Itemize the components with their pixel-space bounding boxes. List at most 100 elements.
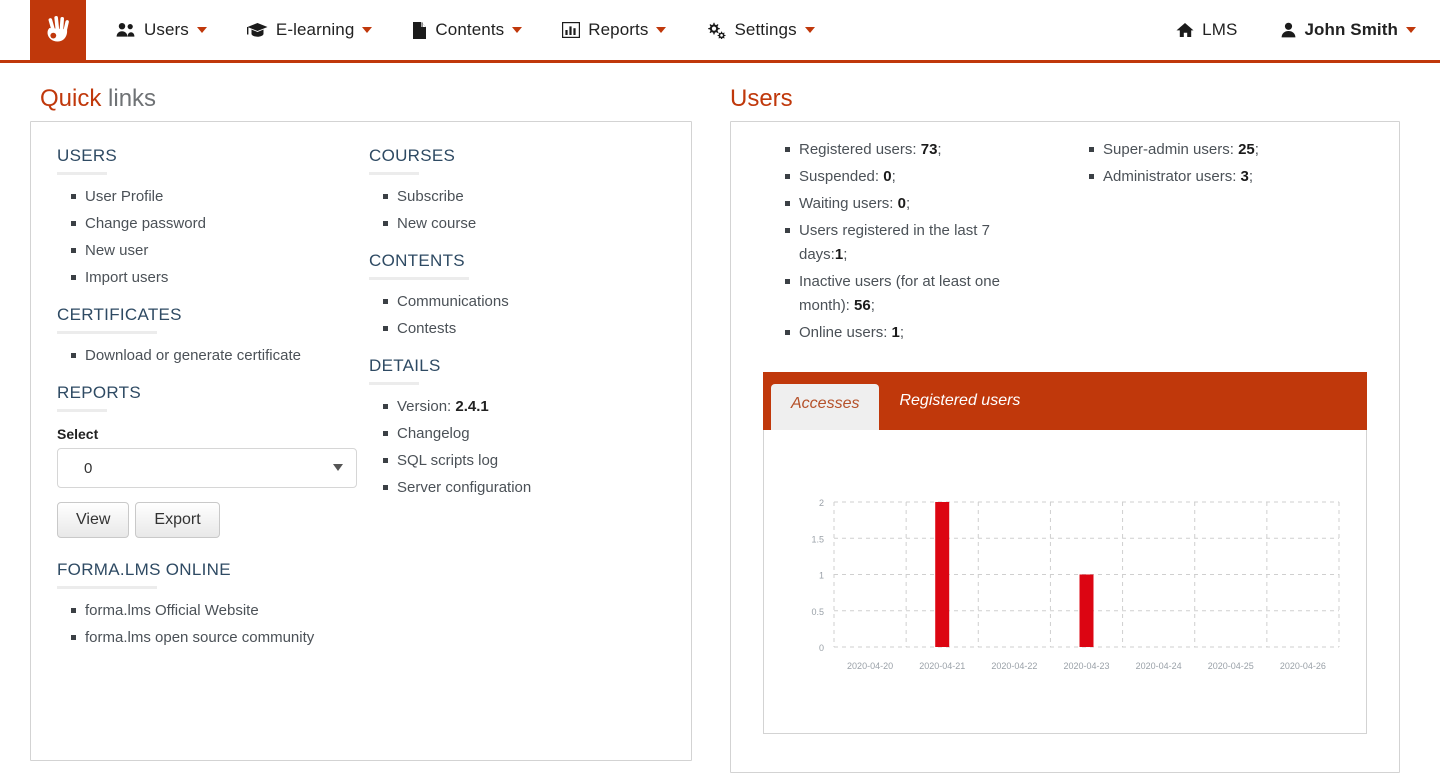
quick-links-title-muted: links <box>101 85 156 112</box>
stat-label: Waiting users: <box>799 195 898 212</box>
chevron-down-icon <box>512 27 522 33</box>
link-new-user[interactable]: New user <box>85 237 361 264</box>
chevron-down-icon <box>1406 27 1416 33</box>
stat-label: Super-admin users: <box>1103 141 1238 158</box>
link-changelog[interactable]: Changelog <box>397 420 691 447</box>
nav-label-users: Users <box>144 20 189 40</box>
link-server-configuration[interactable]: Server configuration <box>397 474 691 501</box>
stat-suffix: ; <box>1255 141 1259 158</box>
stat-online-users: Online users: 1; <box>799 321 1039 345</box>
quick-links-column: Quick links USERS User Profile Change pa… <box>0 63 720 773</box>
link-download-generate-certificate[interactable]: Download or generate certificate <box>85 342 361 369</box>
version-label: Version: <box>397 398 455 415</box>
stat-suffix: ; <box>906 195 910 212</box>
heading-underline <box>57 172 107 175</box>
link-subscribe[interactable]: Subscribe <box>397 183 691 210</box>
tab-registered-users[interactable]: Registered users <box>879 381 1040 421</box>
graduation-cap-icon <box>247 22 268 38</box>
user-stats-list-left: Registered users: 73; Suspended: 0; Wait… <box>771 138 1065 345</box>
users-panel: Registered users: 73; Suspended: 0; Wait… <box>730 121 1400 773</box>
group-heading-users: USERS <box>57 146 361 166</box>
nav-label-user: John Smith <box>1304 20 1398 40</box>
stat-label: Registered users: <box>799 141 921 158</box>
chevron-down-icon <box>805 27 815 33</box>
report-select[interactable]: 0 <box>57 448 357 488</box>
stat-label: Users registered in the last 7 days: <box>799 222 990 263</box>
stat-suffix: ; <box>1249 168 1253 185</box>
user-stats-col-right: Super-admin users: 25; Administrator use… <box>1065 138 1399 348</box>
chart-area: 00.511.522020-04-202020-04-212020-04-222… <box>764 430 1366 733</box>
chevron-down-icon <box>197 27 207 33</box>
link-user-profile[interactable]: User Profile <box>85 183 361 210</box>
users-icon <box>116 22 136 38</box>
gears-icon <box>706 22 726 39</box>
svg-text:2020-04-26: 2020-04-26 <box>1280 661 1326 671</box>
svg-text:0.5: 0.5 <box>811 607 824 617</box>
stat-administrator-users: Administrator users: 3; <box>1103 165 1343 189</box>
link-official-website[interactable]: forma.lms Official Website <box>85 597 361 624</box>
link-open-source-community[interactable]: forma.lms open source community <box>85 624 361 651</box>
link-list-certificates: Download or generate certificate <box>57 342 361 369</box>
nav-item-lms[interactable]: LMS <box>1176 20 1237 40</box>
quick-links-panel: USERS User Profile Change password New u… <box>30 121 692 761</box>
quick-links-title: Quick links <box>40 85 720 113</box>
nav-item-contents[interactable]: Contents <box>412 20 522 40</box>
link-list-details: Version: 2.4.1 Changelog SQL scripts log… <box>369 393 691 501</box>
link-new-course[interactable]: New course <box>397 210 691 237</box>
svg-text:2020-04-22: 2020-04-22 <box>991 661 1037 671</box>
link-contests[interactable]: Contests <box>397 315 691 342</box>
tab-accesses[interactable]: Accesses <box>771 384 879 431</box>
quick-links-title-accent: Quick <box>40 85 101 112</box>
user-icon <box>1281 22 1296 38</box>
version-value: 2.4.1 <box>455 398 488 415</box>
hand-logo-icon <box>41 13 75 47</box>
report-button-row: View Export <box>57 502 361 538</box>
user-stats-col-left: Registered users: 73; Suspended: 0; Wait… <box>731 138 1065 348</box>
detail-version: Version: 2.4.1 <box>397 393 691 420</box>
quick-links-col-left: USERS User Profile Change password New u… <box>31 136 361 665</box>
logo-spacer <box>0 0 30 60</box>
file-icon <box>412 22 427 39</box>
user-stats-list-right: Super-admin users: 25; Administrator use… <box>1075 138 1399 189</box>
top-navigation-bar: Users E-learning Contents Reports <box>0 0 1440 63</box>
svg-text:2020-04-23: 2020-04-23 <box>1063 661 1109 671</box>
chevron-down-icon <box>656 27 666 33</box>
stat-label: Online users: <box>799 324 892 341</box>
stat-suspended: Suspended: 0; <box>799 165 1039 189</box>
nav-item-users[interactable]: Users <box>116 20 207 40</box>
stat-value: 56 <box>854 297 871 314</box>
nav-item-reports[interactable]: Reports <box>562 20 666 40</box>
export-button[interactable]: Export <box>135 502 219 538</box>
heading-underline <box>57 409 107 412</box>
quick-links-columns: USERS User Profile Change password New u… <box>31 136 691 665</box>
link-change-password[interactable]: Change password <box>85 210 361 237</box>
nav-item-e-learning[interactable]: E-learning <box>247 20 373 40</box>
users-column: Users Registered users: 73; Suspended: 0… <box>720 63 1440 773</box>
top-right-menu: LMS John Smith <box>1132 0 1440 60</box>
chart-tabstrip: Accesses Registered users <box>763 372 1367 430</box>
link-sql-scripts-log[interactable]: SQL scripts log <box>397 447 691 474</box>
nav-item-user-menu[interactable]: John Smith <box>1281 20 1416 40</box>
stat-value: 0 <box>883 168 891 185</box>
nav-label-settings: Settings <box>734 20 796 40</box>
users-title: Users <box>730 85 1440 113</box>
view-button[interactable]: View <box>57 502 129 538</box>
accesses-chart-block: Accesses Registered users 00.511.522020-… <box>763 372 1367 734</box>
heading-underline <box>369 172 419 175</box>
link-list-contents: Communications Contests <box>369 288 691 342</box>
nav-label-reports: Reports <box>588 20 648 40</box>
chevron-down-icon <box>362 27 372 33</box>
nav-item-settings[interactable]: Settings <box>706 20 814 40</box>
stat-value: 0 <box>898 195 906 212</box>
select-label: Select <box>57 426 361 442</box>
link-import-users[interactable]: Import users <box>85 264 361 291</box>
stat-value: 3 <box>1241 168 1249 185</box>
heading-underline <box>369 382 419 385</box>
svg-text:1: 1 <box>819 571 824 581</box>
heading-underline <box>57 331 157 334</box>
link-communications[interactable]: Communications <box>397 288 691 315</box>
user-stats: Registered users: 73; Suspended: 0; Wait… <box>731 134 1399 348</box>
nav-label-lms: LMS <box>1202 20 1237 40</box>
main-menu: Users E-learning Contents Reports <box>116 0 855 60</box>
app-logo[interactable] <box>30 0 86 60</box>
